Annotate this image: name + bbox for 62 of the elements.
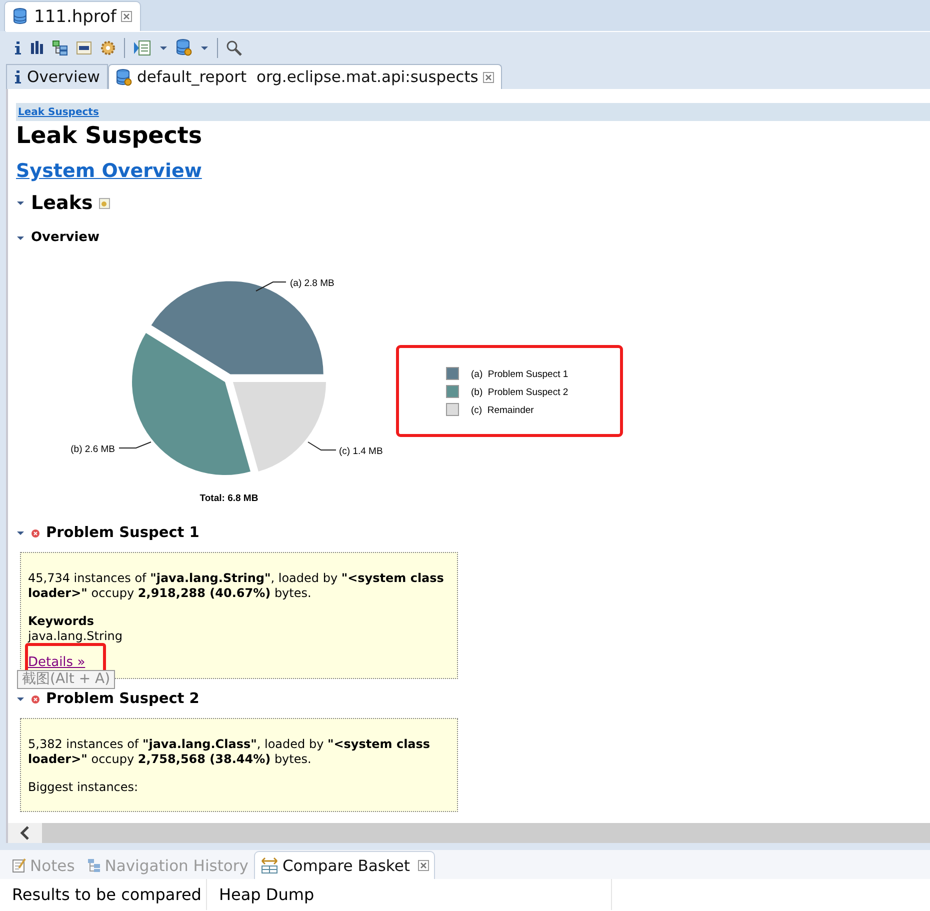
breadcrumb-link[interactable]: Leak Suspects xyxy=(18,106,99,118)
expand-toggle[interactable] xyxy=(16,234,25,240)
search-icon[interactable] xyxy=(226,40,242,56)
column-header[interactable]: Heap Dump xyxy=(207,879,612,910)
gears-icon[interactable] xyxy=(100,40,116,56)
report-icon[interactable] xyxy=(133,40,151,56)
error-icon xyxy=(31,694,40,704)
close-icon[interactable] xyxy=(418,860,429,871)
caret-icon xyxy=(16,530,25,536)
keywords-label: Keywords xyxy=(28,614,96,629)
chevron-left-icon xyxy=(20,826,30,840)
section-heading: Leaks xyxy=(31,192,93,214)
report-tab[interactable]: Overview xyxy=(6,64,108,89)
suspect-description: 5,382 instances of "java.lang.Class", loaded by "<system class loader>" occupy 2,758,568 (38.44%) bytes. xyxy=(28,737,432,767)
expand-toggle[interactable] xyxy=(16,530,25,536)
leader-line xyxy=(118,442,152,448)
details-link[interactable]: Details » xyxy=(28,655,86,670)
query-icon[interactable] xyxy=(76,40,92,56)
info-icon xyxy=(14,70,22,84)
expand-toggle[interactable] xyxy=(16,200,25,206)
notepad-icon xyxy=(12,858,27,873)
view-tab[interactable]: Compare Basket xyxy=(254,851,435,879)
editor-tab[interactable]: 111.hprof xyxy=(4,1,142,31)
database-gear-icon xyxy=(176,39,192,56)
legend-label: (c) Remainder xyxy=(471,405,534,416)
column-header[interactable]: Results to be compared xyxy=(0,879,207,910)
compare-basket-icon xyxy=(260,857,280,874)
caret-icon xyxy=(16,234,25,240)
report-tab[interactable]: default_report org.eclipse.mat.api:suspects xyxy=(108,64,502,89)
leader-line xyxy=(308,442,336,450)
bar-chart-icon[interactable] xyxy=(30,41,44,54)
slice-label: (b) 2.6 MB xyxy=(70,444,115,455)
leader-line xyxy=(256,282,286,292)
hierarchy-icon xyxy=(86,858,102,873)
section-heading: Problem Suspect 2 xyxy=(46,691,200,707)
close-icon[interactable] xyxy=(483,72,494,82)
section-heading: Problem Suspect 1 xyxy=(46,525,200,541)
slice-label: (c) 1.4 MB xyxy=(339,446,383,457)
info-icon xyxy=(14,40,22,54)
system-overview-link[interactable]: System Overview xyxy=(16,160,202,182)
database-gear-icon xyxy=(116,68,132,86)
legend-label: (b) Problem Suspect 2 xyxy=(471,387,568,398)
suspect-note: Biggest instances: xyxy=(28,780,140,795)
tooltip: 截图(Alt + A) xyxy=(17,670,116,689)
info-button[interactable] xyxy=(12,40,22,54)
caret-icon xyxy=(159,44,168,50)
caret-icon xyxy=(16,696,25,702)
page-title: Leak Suspects xyxy=(16,123,204,149)
suspect-description: 45,734 instances of "java.lang.String", loaded by "<system class loader>" occupy 2,918,288 (40.67%) bytes. xyxy=(28,571,445,601)
database-icon xyxy=(13,8,29,25)
chart-total: Total: 6.8 MB xyxy=(200,493,258,504)
close-icon[interactable] xyxy=(121,11,132,22)
expand-toggle[interactable] xyxy=(16,696,25,702)
error-icon xyxy=(31,528,40,538)
scroll-left-button[interactable] xyxy=(8,823,42,843)
slice-label: (a) 2.8 MB xyxy=(290,278,334,289)
keywords-value: java.lang.String xyxy=(28,629,124,644)
caret-icon xyxy=(16,200,25,206)
tree-icon[interactable] xyxy=(52,40,68,56)
caret-icon xyxy=(200,44,209,50)
section-heading: Overview xyxy=(31,230,100,245)
legend-label: (a) Problem Suspect 1 xyxy=(471,369,568,380)
